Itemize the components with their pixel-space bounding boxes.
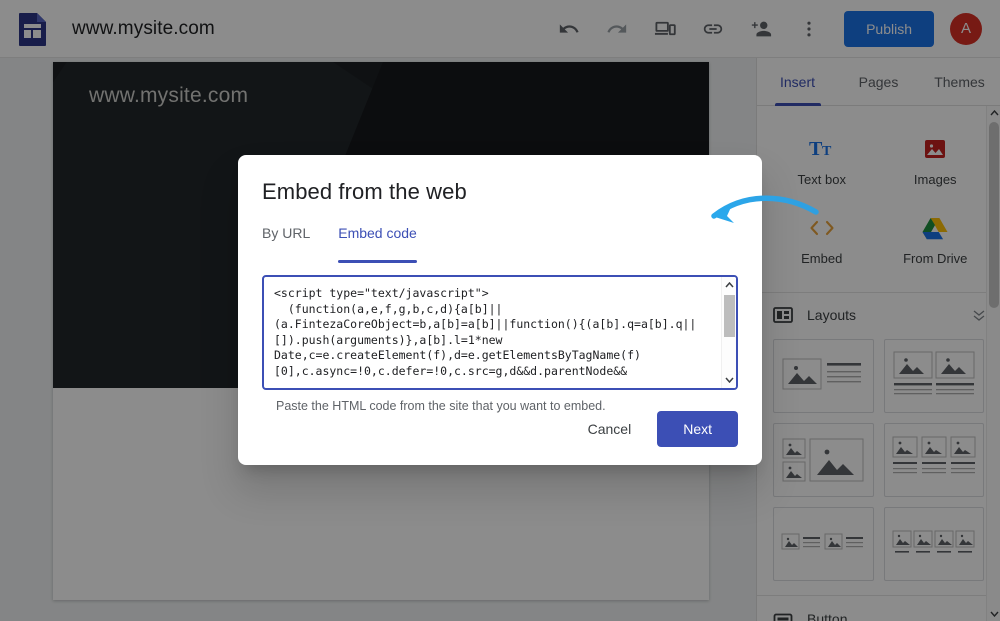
embed-code-textarea[interactable]: <script type="text/javascript"> (functio… [262, 275, 738, 390]
tab-by-url[interactable]: By URL [262, 225, 310, 255]
scrollbar-thumb[interactable] [724, 295, 735, 337]
tab-embed-code[interactable]: Embed code [338, 225, 417, 255]
dialog-title: Embed from the web [262, 155, 738, 205]
dialog-actions: Cancel Next [574, 411, 738, 447]
chevron-down-icon[interactable] [722, 373, 737, 387]
next-button[interactable]: Next [657, 411, 738, 447]
dialog-tabs: By URL Embed code [262, 225, 738, 255]
cancel-button[interactable]: Cancel [574, 412, 646, 446]
chevron-up-icon[interactable] [722, 278, 737, 292]
code-scrollbar[interactable] [721, 277, 736, 388]
google-sites-editor: www.mysite.com [0, 0, 1000, 621]
embed-code-value[interactable]: <script type="text/javascript"> (functio… [274, 286, 714, 379]
embed-from-web-dialog: Embed from the web By URL Embed code <sc… [238, 155, 762, 465]
